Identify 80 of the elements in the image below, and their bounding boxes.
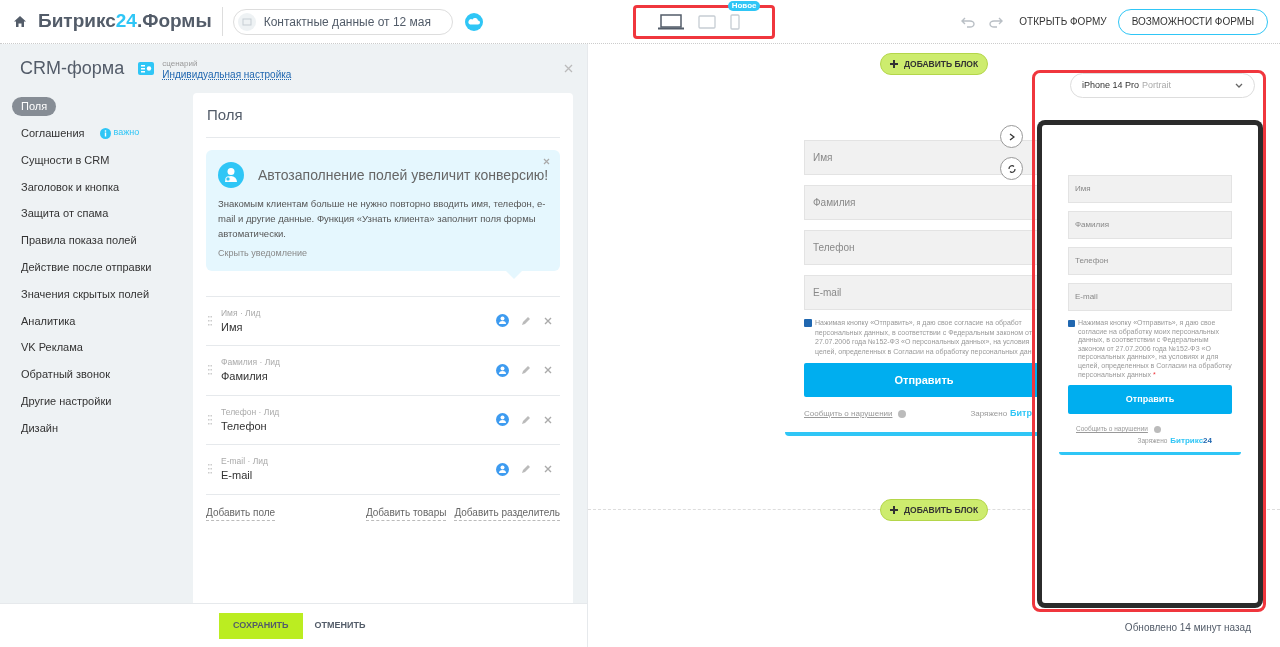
open-form-link[interactable]: ОТКРЫТЬ ФОРМУ	[1019, 14, 1107, 29]
redo-icon[interactable]	[989, 15, 1004, 28]
scenario-link[interactable]: Индивидуальная настройка	[162, 68, 292, 80]
home-icon[interactable]	[14, 16, 26, 27]
chevron-down-icon	[1235, 83, 1243, 88]
add-products-link[interactable]: Добавить товары	[365, 504, 447, 521]
add-block-button[interactable]: ДОБАВИТЬ БЛОК	[880, 499, 989, 521]
field-name: E-mail	[221, 468, 254, 484]
field-row[interactable]: Фамилия · Лид Фамилия	[206, 346, 560, 396]
edit-icon[interactable]	[521, 315, 531, 326]
app-logo: Битрикс24.Формы	[38, 7, 223, 36]
notice-title: Автозаполнение полей увеличит конверсию!	[258, 165, 549, 185]
charged-text: Заряжено	[970, 407, 1008, 420]
delete-icon[interactable]	[544, 366, 552, 375]
crm-icon[interactable]	[496, 462, 509, 476]
edit-icon[interactable]	[521, 414, 531, 425]
crm-icon[interactable]	[496, 314, 509, 328]
add-field-link[interactable]: Добавить поле	[206, 504, 276, 521]
consent-checkbox[interactable]	[1068, 320, 1075, 327]
consent-checkbox[interactable]	[804, 319, 812, 327]
sidebar-item[interactable]: Действие после отправки	[12, 257, 161, 277]
sidebar-item[interactable]: Правила показа полей	[12, 230, 146, 250]
sidebar-item[interactable]: Соглашения	[12, 123, 94, 143]
field-caption: Фамилия · Лид	[221, 356, 281, 369]
sidebar-item[interactable]: Заголовок и кнопка	[12, 177, 129, 197]
delete-icon[interactable]	[544, 465, 552, 474]
undo-icon[interactable]	[961, 15, 976, 28]
add-divider-link[interactable]: Добавить разделитель	[454, 504, 560, 521]
field-caption: Телефон · Лид	[221, 405, 281, 418]
sidebar-item[interactable]: Сущности в CRM	[12, 150, 119, 170]
field-row[interactable]: Имя · Лид Имя	[206, 296, 560, 346]
field-name: Телефон	[221, 418, 268, 434]
sidebar-item[interactable]: VK Реклама	[12, 338, 92, 358]
chevron-icon	[1008, 132, 1015, 141]
field-row[interactable]: Телефон · Лид Телефон	[206, 395, 560, 445]
info-icon	[99, 127, 111, 139]
user-search-icon	[218, 162, 244, 188]
field-name: Имя	[221, 319, 244, 335]
card-title: Поля	[207, 104, 243, 125]
crm-icon[interactable]	[496, 413, 509, 427]
sidebar-item[interactable]: Обратный звонок	[12, 364, 119, 384]
brand-logo: Битрикс24	[1170, 434, 1212, 447]
close-icon[interactable]	[564, 64, 573, 73]
plus-icon	[890, 506, 898, 514]
important-label: важно	[113, 126, 140, 140]
close-icon[interactable]	[543, 158, 550, 165]
rotate-icon	[1006, 163, 1017, 174]
tablet-icon[interactable]	[697, 14, 716, 29]
panel-title: CRM-форма	[20, 57, 125, 80]
scenario-label: сценарий	[162, 57, 199, 69]
edit-icon[interactable]	[521, 464, 531, 475]
plus-icon	[890, 60, 898, 68]
field-caption: Имя · Лид	[221, 306, 262, 319]
sidebar-item[interactable]: Защита от спама	[12, 204, 118, 224]
sidebar-item[interactable]: Аналитика	[12, 311, 85, 331]
delete-icon[interactable]	[544, 415, 552, 424]
help-icon	[898, 409, 907, 418]
sidebar-item[interactable]: Другие настройки	[12, 391, 121, 411]
help-icon	[1153, 425, 1161, 433]
scenario-icon	[138, 62, 155, 75]
save-button[interactable]: СОХРАНИТЬ	[219, 612, 303, 639]
sidebar-item[interactable]: Дизайн	[12, 418, 67, 438]
cancel-button[interactable]: ОТМЕНИТЬ	[314, 618, 366, 633]
phone-icon[interactable]	[729, 13, 740, 30]
add-block-button[interactable]: ДОБАВИТЬ БЛОК	[880, 53, 989, 75]
device-select[interactable]: iPhone 14 Pro Portrait	[1070, 73, 1255, 98]
sidebar-item[interactable]: Значения скрытых полей	[12, 284, 159, 304]
edit-icon[interactable]	[521, 365, 531, 376]
field-caption: E-mail · Лид	[221, 455, 269, 468]
updated-text: Обновлено 14 минут назад	[1124, 621, 1251, 635]
laptop-icon[interactable]	[657, 13, 684, 30]
image-icon	[237, 12, 256, 31]
field-row[interactable]: E-mail · Лид E-mail	[206, 445, 560, 495]
crm-icon[interactable]	[496, 363, 509, 377]
delete-icon[interactable]	[544, 316, 552, 325]
field-name: Фамилия	[221, 369, 269, 385]
brand-text: Битр	[1010, 407, 1032, 420]
notice-text: Знакомым клиентам больше не нужно повторно вводить имя, телефон, e-mail и другие данные. Функция «Узнать клиента» заполнит поля формы автоматически.	[218, 197, 547, 241]
cloud-icon[interactable]	[464, 12, 483, 31]
new-label: Новое	[727, 0, 761, 11]
